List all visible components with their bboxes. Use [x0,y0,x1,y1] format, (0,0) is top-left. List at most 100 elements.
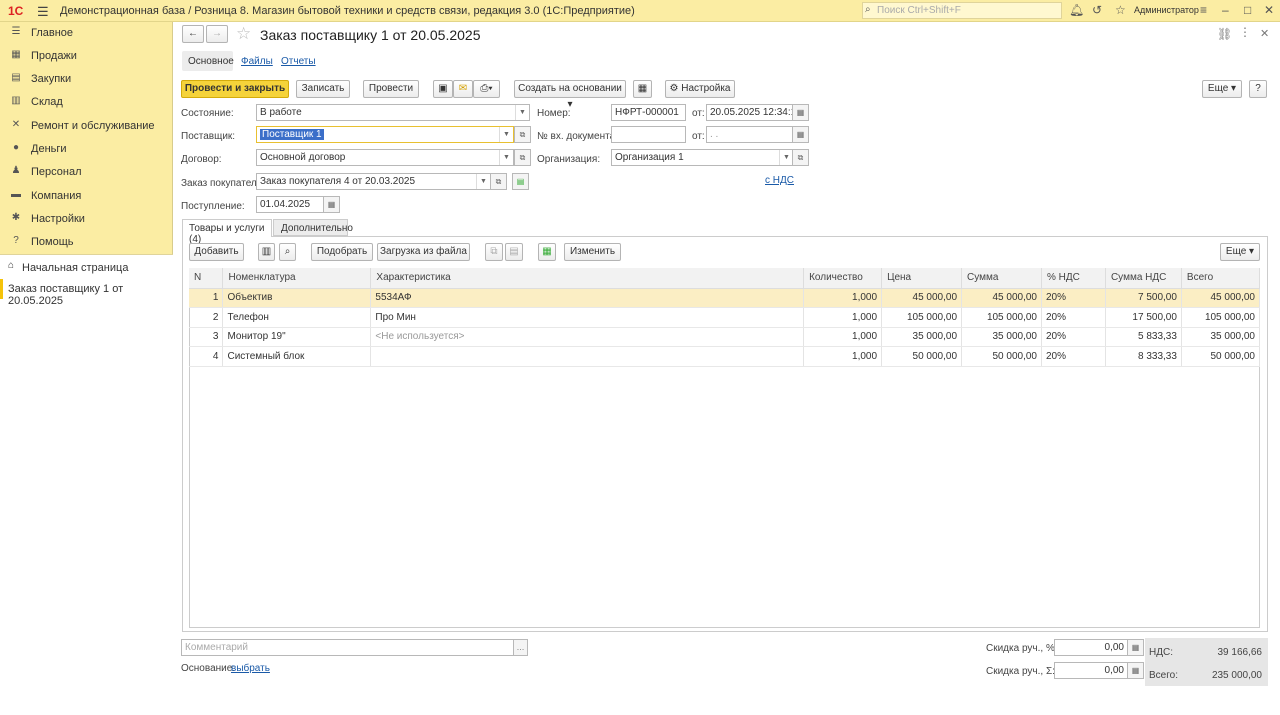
cell-total[interactable]: 105 000,00 [1181,307,1261,328]
forward-button[interactable]: → [206,25,228,43]
tab-goods[interactable]: Товары и услуги (4) [182,219,272,245]
cell-quantity[interactable]: 1,000 [803,346,883,367]
supplier-field[interactable]: Поставщик 1 ▼ [256,126,514,143]
sidebar-item-money[interactable]: ● Деньги [0,138,173,160]
cell-price[interactable]: 105 000,00 [881,307,963,328]
fill-from-order-icon[interactable]: ▤ [512,173,529,190]
cell-n[interactable]: 1 [189,288,224,308]
cell-vat-rate[interactable]: 20% [1041,327,1106,347]
col-quantity[interactable]: Количество [803,268,883,289]
col-vat-rate[interactable]: % НДС [1041,268,1106,289]
bell-icon[interactable]: 🔔︎ [1069,3,1084,17]
minimize-icon[interactable]: – [1222,3,1229,17]
cell-price[interactable]: 50 000,00 [881,346,963,367]
chevron-down-icon[interactable]: ▼ [515,105,529,120]
tab-reports[interactable]: Отчеты [281,56,316,67]
sidebar-item-settings[interactable]: ✱ Настройки [0,208,173,230]
table-row[interactable]: 1 Объектив 5534АФ 1,000 45 000,00 45 000,00 20… [189,288,1261,308]
cell-quantity[interactable]: 1,000 [803,288,883,308]
basis-select-link[interactable]: выбрать [231,663,270,674]
cell-total[interactable]: 35 000,00 [1181,327,1261,347]
sidebar-item-sales[interactable]: ▦ Продажи [0,45,173,67]
link-icon[interactable]: ⛓︎ [1217,27,1232,41]
chevron-down-icon[interactable]: ▼ [779,150,793,165]
print-icon[interactable]: ⎙▾ [473,80,500,98]
incoming-date-field[interactable]: . . [706,126,794,143]
calculator-icon[interactable]: ▦ [1127,662,1144,679]
close-window-icon[interactable]: ✕ [1264,3,1274,17]
cell-price[interactable]: 45 000,00 [881,288,963,308]
maximize-icon[interactable]: □ [1244,3,1251,17]
sidebar-item-help[interactable]: ? Помощь [0,231,173,253]
open-doc-tab[interactable]: Заказ поставщику 1 от 20.05.2025 [0,279,173,307]
more-button[interactable]: Еще ▾ [1202,80,1242,98]
organization-field[interactable]: Организация 1 ▼ [611,149,794,166]
incoming-doc-field[interactable] [611,126,686,143]
cell-total[interactable]: 50 000,00 [1181,346,1261,367]
cell-vat-rate[interactable]: 20% [1041,288,1106,308]
open-contract-icon[interactable]: ⧉ [514,149,531,166]
sidebar-item-warehouse[interactable]: ▥ Склад [0,91,173,113]
cell-total[interactable]: 45 000,00 [1181,288,1261,308]
col-sum[interactable]: Сумма [961,268,1042,289]
sidebar-item-repair[interactable]: ✕ Ремонт и обслуживание [0,115,173,137]
search-barcode-icon[interactable]: ⌕ [279,243,296,261]
save-button[interactable]: Записать [296,80,350,98]
table-row[interactable]: 3 Монитор 19" <Не используется> 1,000 35 000… [189,327,1261,347]
cell-item[interactable]: Объектив [222,288,372,308]
sidebar-item-staff[interactable]: ♟ Персонал [0,161,173,183]
cell-sum[interactable]: 35 000,00 [961,327,1042,347]
sidebar-item-main[interactable]: ☰ Главное [0,22,173,44]
cell-vat-sum[interactable]: 7 500,00 [1105,288,1182,308]
help-button[interactable]: ? [1249,80,1267,98]
cell-vat-sum[interactable]: 17 500,00 [1105,307,1182,328]
comment-expand-icon[interactable]: … [513,639,528,656]
sidebar-item-company[interactable]: ▬ Компания [0,185,173,207]
open-organization-icon[interactable]: ⧉ [792,149,809,166]
cell-sum[interactable]: 105 000,00 [961,307,1042,328]
copy-icon[interactable]: ⧉ [485,243,503,261]
cell-n[interactable]: 3 [189,327,224,347]
sidebar-item-purchases[interactable]: ▤ Закупки [0,68,173,90]
col-characteristic[interactable]: Характеристика [370,268,805,289]
open-customer-order-icon[interactable]: ⧉ [490,173,507,190]
date-field[interactable]: 20.05.2025 12:34:19 [706,104,794,121]
cell-item[interactable]: Монитор 19" [222,327,372,347]
close-doc-icon[interactable]: ✕ [1260,27,1269,40]
cell-characteristic[interactable]: 5534АФ [370,288,805,308]
barcode-icon[interactable]: ▥ [258,243,275,261]
cell-n[interactable]: 2 [189,307,224,328]
col-total[interactable]: Всего [1181,268,1261,289]
calendar-icon[interactable]: ▦ [792,126,809,143]
main-menu-icon[interactable]: ☰ [37,4,49,20]
doc-structure-icon[interactable]: ▣ [433,80,453,98]
col-price[interactable]: Цена [881,268,963,289]
cell-characteristic[interactable] [370,346,805,367]
number-field[interactable]: НФРТ-000001 [611,104,686,121]
add-row-button[interactable]: Добавить [189,243,244,261]
discount-sum-field[interactable]: 0,00 [1054,662,1128,679]
favorite-star-icon[interactable]: ☆ [236,24,251,44]
state-field[interactable]: В работе ▼ [256,104,530,121]
cell-characteristic[interactable]: Про Мин [370,307,805,328]
cell-sum[interactable]: 50 000,00 [961,346,1042,367]
cell-item[interactable]: Системный блок [222,346,372,367]
paste-icon[interactable]: ▤ [505,243,523,261]
chevron-down-icon[interactable]: ▼ [499,150,513,165]
report-icon[interactable]: ▦ [633,80,652,98]
cell-vat-sum[interactable]: 5 833,33 [1105,327,1182,347]
global-search-input[interactable]: ⌕ Поиск Ctrl+Shift+F [862,2,1062,19]
table-row[interactable]: 2 Телефон Про Мин 1,000 105 000,00 105 000,00… [189,307,1261,328]
excel-icon[interactable]: ▦ [538,243,556,261]
col-n[interactable]: N [189,268,224,289]
star-icon[interactable]: ☆ [1115,3,1126,17]
load-from-file-button[interactable]: Загрузка из файла [377,243,470,261]
receipt-date-field[interactable]: 01.04.2025 [256,196,324,213]
post-button[interactable]: Провести [363,80,419,98]
customer-order-field[interactable]: Заказ покупателя 4 от 20.03.2025 ▼ [256,173,491,190]
user-name[interactable]: Администратор [1134,5,1199,15]
chevron-down-icon[interactable]: ▼ [476,174,490,189]
cell-vat-rate[interactable]: 20% [1041,346,1106,367]
chevron-down-icon[interactable]: ▼ [499,127,513,142]
cell-vat-rate[interactable]: 20% [1041,307,1106,328]
